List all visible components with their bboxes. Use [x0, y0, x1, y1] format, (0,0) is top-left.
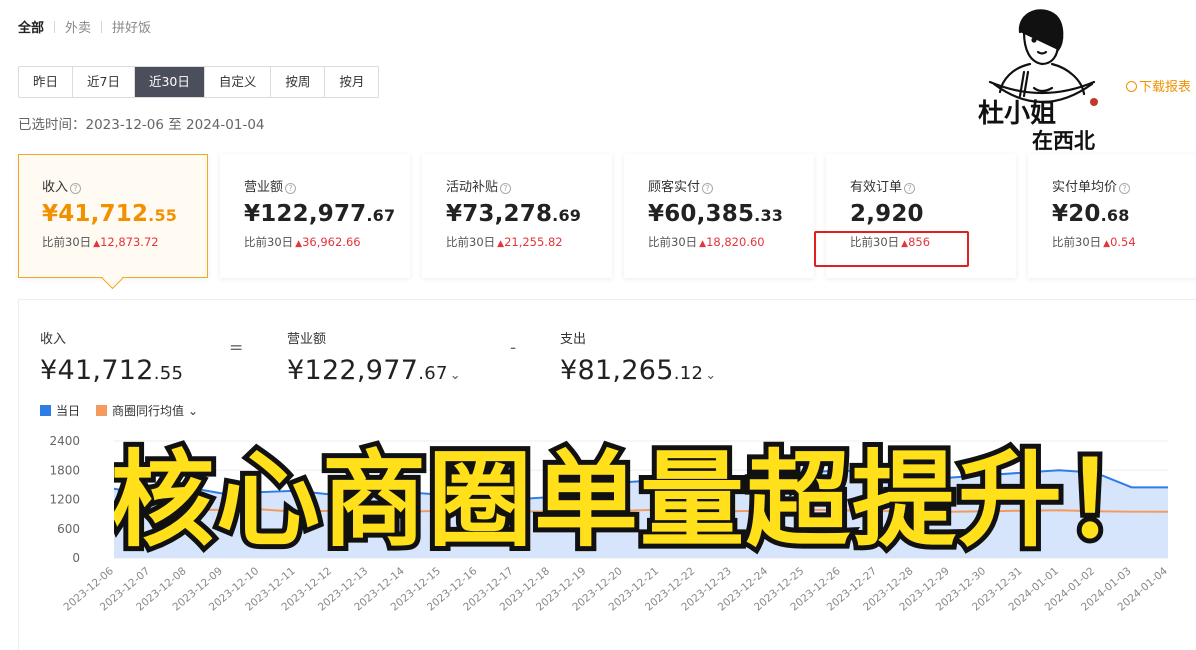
help-icon[interactable]: ? [1119, 183, 1131, 194]
metric-label: 收入? [42, 176, 207, 195]
equals-sign: = [229, 338, 244, 358]
download-label: 下载报表 [1139, 80, 1192, 95]
help-icon[interactable]: ? [702, 183, 714, 194]
mascot-illustration: 杜小姐 在西北 [978, 9, 1098, 153]
formula-income: 收入 ¥41,712.55 [40, 328, 183, 386]
metric-label: 顾客实付? [648, 176, 814, 195]
metric-compare: 比前30日 ▲21,255.82 [446, 235, 563, 249]
range-week-button[interactable]: 按周 [271, 67, 326, 97]
metric-cards: 收入? ¥41,712.55 比前30日 ▲12,873.72 营业额? ¥122… [18, 154, 1196, 278]
selected-time-text: 已选时间：2023-12-06 至 2024-01-04 [18, 117, 265, 133]
metric-compare: 比前30日 ▲36,962.66 [244, 235, 361, 249]
chevron-down-icon[interactable]: ⌄ [450, 368, 461, 383]
channel-tab-pinhaofan[interactable]: 拼好饭 [112, 17, 151, 36]
y-tick-label: 0 [72, 551, 80, 565]
help-icon[interactable]: ? [70, 183, 82, 194]
chart-legend: 当日 商圈同行均值 ⌄ [40, 402, 214, 419]
highlight-box [814, 231, 969, 267]
metric-card-income[interactable]: 收入? ¥41,712.55 比前30日 ▲12,873.72 [18, 154, 208, 278]
range-30d-button[interactable]: 近30日 [134, 67, 205, 97]
metric-card-avg-price[interactable]: 实付单均价? ¥20.68 比前30日 ▲0.54 [1028, 154, 1196, 278]
formula-revenue-value[interactable]: ¥122,977.67 ⌄ [287, 355, 461, 386]
mascot-name: 杜小姐 [978, 99, 1056, 129]
formula-expense-label: 支出 [560, 332, 587, 347]
divider [54, 20, 56, 33]
legend-swatch [40, 405, 51, 416]
formula-income-label: 收入 [40, 332, 67, 347]
formula-expense: 支出 ¥81,265.12 ⌄ [560, 328, 717, 386]
download-icon [1126, 81, 1137, 92]
download-report-link[interactable]: 下载报表 [1126, 76, 1191, 95]
help-icon[interactable]: ? [904, 183, 916, 194]
y-tick-label: 2400 [49, 434, 80, 448]
metric-label: 营业额? [244, 176, 410, 195]
metric-value: 2,920 [850, 201, 924, 227]
overlay-caption: 核心商圈单量超提升！ [114, 436, 1166, 556]
y-tick-label: 1200 [49, 493, 80, 507]
metric-value: ¥73,278.69 [446, 201, 582, 227]
chevron-down-icon[interactable]: ⌄ [188, 404, 198, 418]
y-tick-label: 600 [57, 522, 80, 536]
metric-label: 实付单均价? [1052, 176, 1196, 195]
metric-value: ¥20.68 [1052, 201, 1130, 227]
divider [101, 20, 103, 33]
channel-tab-all[interactable]: 全部 [18, 17, 44, 36]
formula-income-value: ¥41,712.55 [40, 355, 184, 386]
seal-icon [1090, 98, 1098, 106]
range-yesterday-button[interactable]: 昨日 [19, 67, 74, 97]
date-range-selector: 昨日 近7日 近30日 自定义 按周 按月 [18, 66, 380, 98]
channel-tabs: 全部 外卖 拼好饭 [18, 17, 151, 36]
channel-tab-delivery[interactable]: 外卖 [65, 17, 91, 36]
metric-value: ¥60,385.33 [648, 201, 784, 227]
legend-item-daily[interactable]: 当日 [40, 402, 80, 419]
metric-value: ¥41,712.55 [42, 201, 178, 227]
metric-compare: 比前30日 ▲12,873.72 [42, 235, 159, 249]
metric-compare: 比前30日 ▲18,820.60 [648, 235, 765, 249]
overlay-caption-text: 核心商圈单量超提升！ [114, 439, 1166, 556]
formula-expense-value[interactable]: ¥81,265.12 ⌄ [560, 355, 717, 386]
metric-card-subsidy[interactable]: 活动补贴? ¥73,278.69 比前30日 ▲21,255.82 [422, 154, 612, 278]
help-icon[interactable]: ? [285, 183, 297, 194]
range-custom-button[interactable]: 自定义 [204, 67, 272, 97]
minus-sign: - [510, 338, 517, 358]
metric-card-customer-paid[interactable]: 顾客实付? ¥60,385.33 比前30日 ▲18,820.60 [624, 154, 814, 278]
metric-compare: 比前30日 ▲0.54 [1052, 235, 1136, 249]
formula-revenue-label: 营业额 [287, 332, 327, 347]
metric-card-revenue[interactable]: 营业额? ¥122,977.67 比前30日 ▲36,962.66 [220, 154, 410, 278]
y-tick-label: 1800 [49, 463, 80, 477]
range-7d-button[interactable]: 近7日 [73, 67, 135, 97]
range-month-button[interactable]: 按月 [325, 67, 379, 97]
legend-item-benchmark[interactable]: 商圈同行均值 ⌄ [96, 402, 198, 419]
metric-label: 活动补贴? [446, 176, 612, 195]
metric-value: ¥122,977.67 [244, 201, 396, 227]
legend-swatch [96, 405, 108, 416]
metric-label: 有效订单? [850, 176, 1016, 195]
formula-revenue: 营业额 ¥122,977.67 ⌄ [287, 328, 461, 386]
help-icon[interactable]: ? [500, 183, 512, 194]
chevron-down-icon[interactable]: ⌄ [705, 368, 716, 383]
mascot-subtitle: 在西北 [1032, 128, 1095, 153]
